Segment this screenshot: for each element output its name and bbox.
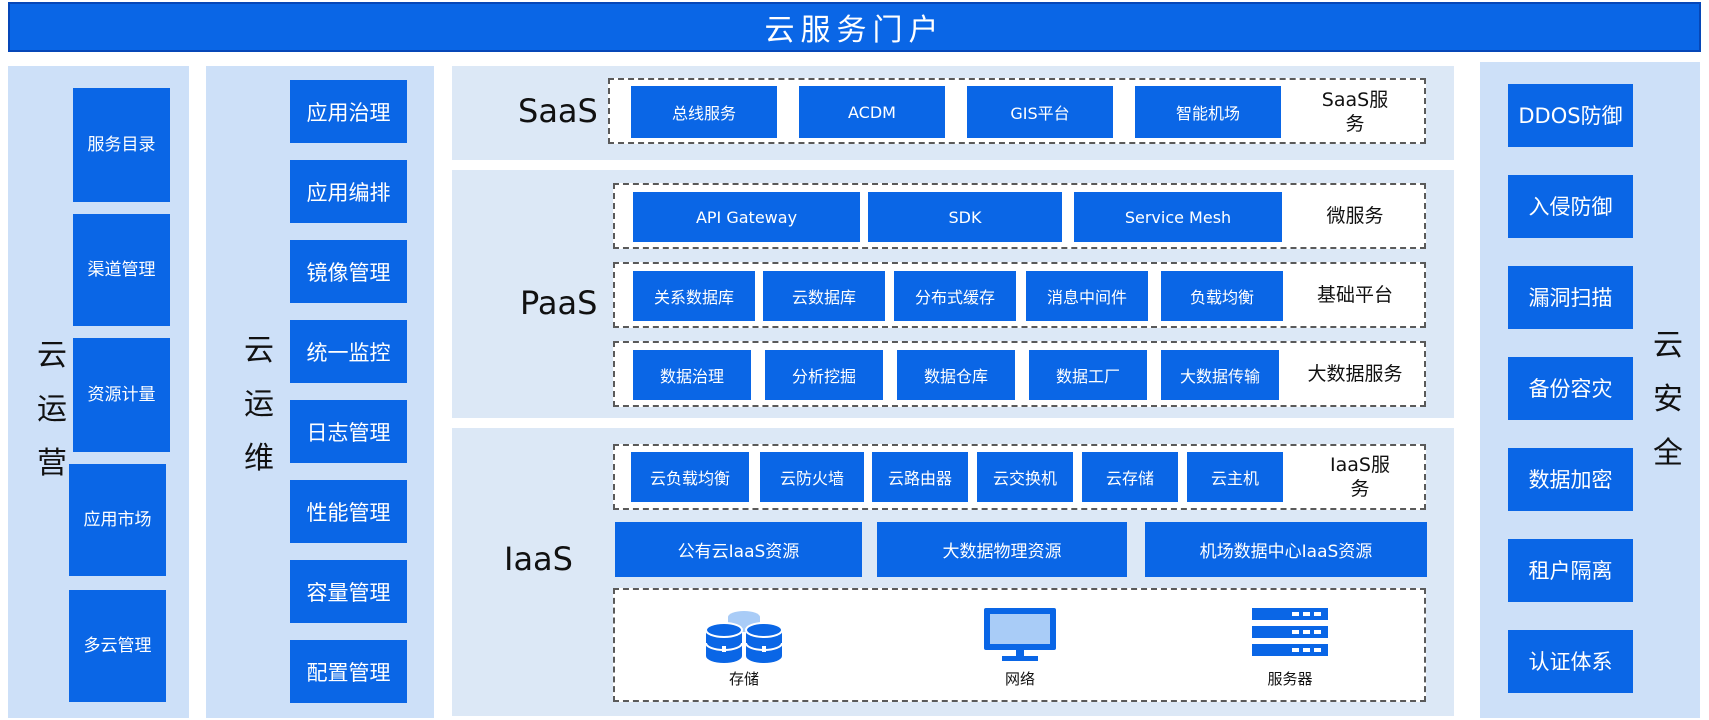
security-item-intrusion-defense[interactable]: 入侵防御 [1508,175,1633,238]
monitor-icon [984,608,1056,661]
saas-cell-acdm[interactable]: ACDM [799,86,945,138]
security-item-data-encryption[interactable]: 数据加密 [1508,448,1633,511]
maint-item-performance-management[interactable]: 性能管理 [290,480,407,543]
hardware-caption-network: 网络 [1004,670,1035,688]
ops-item-service-catalog[interactable]: 服务目录 [73,88,170,202]
storage-icon [705,611,783,663]
paas-cell-cloud-database[interactable]: 云数据库 [763,271,885,321]
iaas-cell-cloud-router[interactable]: 云路由器 [872,452,968,502]
ops-item-app-market[interactable]: 应用市场 [69,464,166,576]
iaas-cell-cloud-host[interactable]: 云主机 [1187,452,1283,502]
portal-banner: 云服务门户 [8,2,1701,52]
paas-cell-data-governance[interactable]: 数据治理 [633,350,751,400]
security-item-vulnerability-scan[interactable]: 漏洞扫描 [1508,266,1633,329]
maint-item-app-orchestration[interactable]: 应用编排 [290,160,407,223]
ops-item-multicloud-management[interactable]: 多云管理 [69,590,166,702]
paas-cell-sdk[interactable]: SDK [868,192,1062,242]
paas-cell-api-gateway[interactable]: API Gateway [633,192,860,242]
security-item-backup-recovery[interactable]: 备份容灾 [1508,357,1633,420]
paas-cell-analytics-mining[interactable]: 分析挖掘 [765,350,883,400]
paas-cell-service-mesh[interactable]: Service Mesh [1074,192,1282,242]
cloud-security-title: 云 安 全 [1644,310,1692,490]
maint-title-char: 云 [244,333,274,368]
paas-cell-load-balancing[interactable]: 负载均衡 [1161,271,1283,321]
maint-item-configuration-management[interactable]: 配置管理 [290,640,407,703]
paas-row-label: 基础平台 [1316,284,1393,306]
saas-cell-bus-service[interactable]: 总线服务 [631,86,777,138]
iaas-resource-public-cloud[interactable]: 公有云IaaS资源 [615,522,862,577]
iaas-cell-cloud-storage[interactable]: 云存储 [1082,452,1178,502]
maint-item-image-management[interactable]: 镜像管理 [290,240,407,303]
paas-layer-title: PaaS [520,284,598,322]
hardware-caption-server: 服务器 [1267,670,1313,688]
maint-item-capacity-management[interactable]: 容量管理 [290,560,407,623]
paas-row-label: 微服务 [1326,205,1384,227]
hardware-caption-storage: 存储 [728,670,759,688]
maint-item-app-governance[interactable]: 应用治理 [290,80,407,143]
maint-item-log-management[interactable]: 日志管理 [290,400,407,463]
maint-title-char: 运 [244,387,274,422]
ops-title-char: 云 [37,338,67,373]
saas-layer-title: SaaS [518,92,598,130]
paas-row-label: 大数据服务 [1307,363,1403,385]
ops-item-resource-metering[interactable]: 资源计量 [73,338,170,452]
paas-cell-data-factory[interactable]: 数据工厂 [1029,350,1147,400]
paas-cell-data-warehouse[interactable]: 数据仓库 [897,350,1015,400]
ops-title-char: 营 [37,446,67,481]
iaas-resource-airport-datacenter[interactable]: 机场数据中心IaaS资源 [1145,522,1427,577]
security-item-auth-system[interactable]: 认证体系 [1508,630,1633,693]
cloud-maintenance-title: 云 运 维 [235,315,283,495]
saas-cell-gis-platform[interactable]: GIS平台 [967,86,1113,138]
saas-cell-smart-airport[interactable]: 智能机场 [1135,86,1281,138]
ops-item-channel-management[interactable]: 渠道管理 [73,214,170,326]
iaas-layer-title: IaaS [504,540,573,578]
paas-cell-bigdata-transfer[interactable]: 大数据传输 [1161,350,1279,400]
security-item-tenant-isolation[interactable]: 租户隔离 [1508,539,1633,602]
paas-cell-message-middleware[interactable]: 消息中间件 [1026,271,1148,321]
server-rack-icon [1252,608,1328,656]
security-item-ddos-defense[interactable]: DDOS防御 [1508,84,1633,147]
paas-cell-distributed-cache[interactable]: 分布式缓存 [894,271,1016,321]
security-title-char: 安 [1653,382,1683,417]
iaas-resource-bigdata-physical[interactable]: 大数据物理资源 [877,522,1127,577]
iaas-cell-cloud-firewall[interactable]: 云防火墙 [760,452,864,502]
iaas-service-label: IaaS服务 [1330,454,1390,500]
iaas-cell-cloud-load-balancer[interactable]: 云负载均衡 [631,452,749,502]
security-title-char: 云 [1653,328,1683,363]
paas-cell-relational-database[interactable]: 关系数据库 [633,271,755,321]
saas-service-label: SaaS服务 [1321,89,1389,135]
ops-title-char: 运 [37,392,67,427]
iaas-cell-cloud-switch[interactable]: 云交换机 [977,452,1073,502]
maint-title-char: 维 [244,441,274,476]
maint-item-unified-monitoring[interactable]: 统一监控 [290,320,407,383]
security-title-char: 全 [1653,436,1683,471]
